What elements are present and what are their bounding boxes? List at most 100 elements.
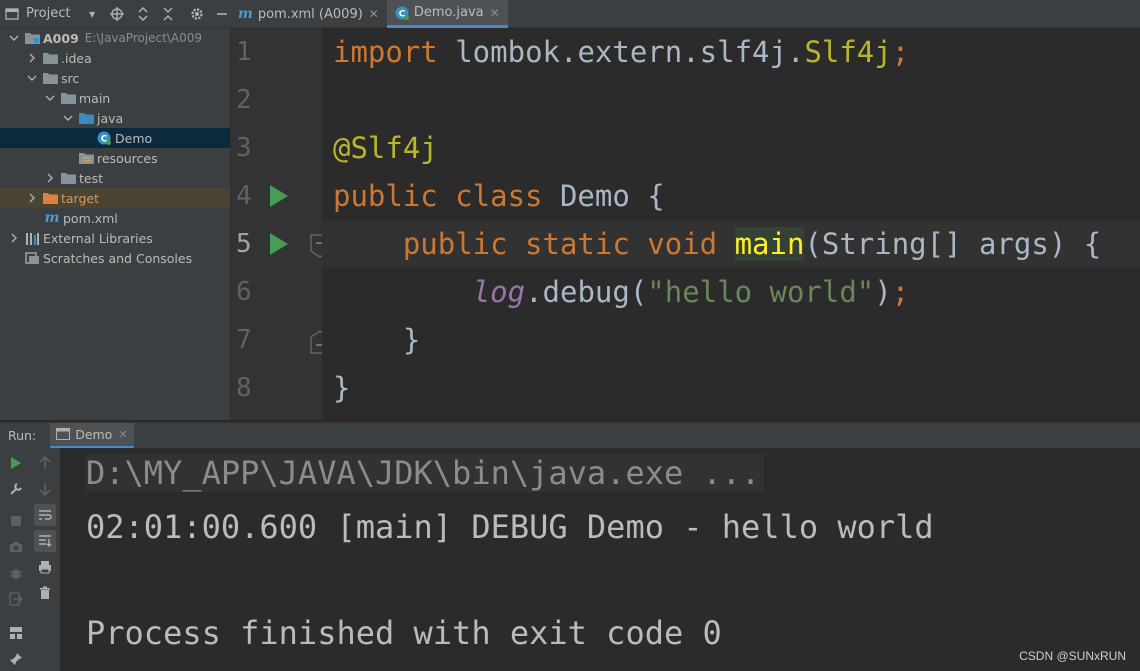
project-view-selector[interactable]: Project <box>26 6 70 21</box>
chevron-right-icon[interactable] <box>26 52 38 64</box>
tree-item-target[interactable]: target <box>0 188 230 208</box>
pin-icon[interactable] <box>5 648 27 670</box>
run-toolbar <box>0 448 60 671</box>
chevron-down-icon[interactable] <box>62 112 74 124</box>
exit-icon[interactable] <box>5 588 27 610</box>
tab-demo-java[interactable]: C Demo.java ✕ <box>386 0 508 28</box>
tree-item-external-libraries[interactable]: External Libraries <box>0 228 230 248</box>
excluded-folder-icon <box>42 191 58 205</box>
source-folder-icon <box>78 111 94 125</box>
folder-icon <box>42 51 58 65</box>
folder-icon <box>60 91 76 105</box>
project-tree: A009 E:\JavaProject\A009 .idea src main … <box>0 28 230 268</box>
tree-item-label: target <box>61 190 100 206</box>
project-header: Project ▾ <box>0 0 230 28</box>
tab-pom-xml[interactable]: m pom.xml (A009) ✕ <box>230 0 387 28</box>
chevron-right-icon[interactable] <box>26 192 38 204</box>
tree-item-test[interactable]: test <box>0 168 230 188</box>
console-line-exit: Process finished with exit code 0 <box>86 614 722 652</box>
tree-item-src[interactable]: src <box>0 68 230 88</box>
tree-item-label: resources <box>97 150 158 166</box>
rerun-icon[interactable] <box>5 452 27 474</box>
console-icon <box>56 428 71 440</box>
arrow-up-icon[interactable] <box>34 452 56 474</box>
close-icon[interactable]: ✕ <box>369 7 379 21</box>
code-line-8: } <box>333 371 351 405</box>
hide-icon[interactable] <box>215 6 230 22</box>
tree-item-label: Scratches and Consoles <box>43 250 193 266</box>
tree-item-resources[interactable]: resources <box>0 148 230 168</box>
stop-icon[interactable] <box>5 510 27 532</box>
tree-item-label: test <box>79 170 104 186</box>
tree-item-idea[interactable]: .idea <box>0 48 230 68</box>
editor-tab-bar: m pom.xml (A009) ✕ C Demo.java ✕ <box>230 0 1140 28</box>
tree-item-demo[interactable]: C Demo <box>0 128 230 148</box>
run-label: Run: <box>8 428 37 443</box>
line-number: 2 <box>236 85 252 115</box>
tree-item-main[interactable]: main <box>0 88 230 108</box>
wrench-icon[interactable] <box>5 478 27 500</box>
maven-icon: m <box>238 6 253 22</box>
chevron-right-icon[interactable] <box>8 232 20 244</box>
run-class-icon[interactable] <box>270 185 288 207</box>
code-line-7: } <box>333 323 421 357</box>
tree-item-label: main <box>79 90 111 106</box>
collapse-all-icon[interactable] <box>160 6 175 22</box>
tree-item-label: .idea <box>61 50 92 66</box>
arrow-down-icon[interactable] <box>34 478 56 500</box>
java-class-icon: C <box>96 131 112 145</box>
chevron-right-icon[interactable] <box>44 172 56 184</box>
tree-item-java[interactable]: java <box>0 108 230 128</box>
close-icon[interactable]: ✕ <box>490 6 500 20</box>
resources-folder-icon <box>78 151 94 165</box>
print-icon[interactable] <box>34 556 56 578</box>
code-line-3: @Slf4j <box>333 131 438 165</box>
tree-item-pom[interactable]: m pom.xml <box>0 208 230 228</box>
code-line-1: import lombok.extern.slf4j.Slf4j; <box>333 35 910 69</box>
trash-icon[interactable] <box>34 582 56 604</box>
line-number: 1 <box>236 37 252 67</box>
project-view-icon[interactable] <box>4 6 20 22</box>
tree-item-label: Demo <box>115 130 153 146</box>
scratches-icon <box>24 251 40 265</box>
console-line-command: D:\MY_APP\JAVA\JDK\bin\java.exe ... <box>86 454 765 492</box>
java-class-icon: C <box>395 6 409 20</box>
soft-wrap-icon[interactable] <box>34 504 56 526</box>
chevron-down-icon[interactable] <box>8 32 20 44</box>
line-number: 6 <box>236 277 252 307</box>
camera-icon[interactable] <box>5 536 27 558</box>
chevron-down-icon[interactable] <box>26 72 38 84</box>
gear-icon[interactable] <box>189 6 204 22</box>
line-number: 7 <box>236 325 252 355</box>
tree-item-label: src <box>61 70 80 86</box>
tree-item-label: java <box>97 110 124 126</box>
console-line-output: 02:01:00.600 [main] DEBUG Demo - hello w… <box>86 508 934 546</box>
run-tab-demo[interactable]: Demo ✕ <box>50 422 134 449</box>
run-tab-label: Demo <box>75 426 113 442</box>
expand-all-icon[interactable] <box>135 6 150 22</box>
chevron-down-icon[interactable] <box>44 92 56 104</box>
scroll-to-end-icon[interactable] <box>34 530 56 552</box>
layout-icon[interactable] <box>5 622 27 644</box>
code-editor[interactable]: import lombok.extern.slf4j.Slf4j; @Slf4j… <box>322 28 1140 420</box>
line-number: 3 <box>236 133 252 163</box>
run-console[interactable]: D:\MY_APP\JAVA\JDK\bin\java.exe ... 02:0… <box>60 448 1140 671</box>
line-number: 5 <box>236 229 252 259</box>
tree-item-a009[interactable]: A009 E:\JavaProject\A009 <box>0 28 230 48</box>
libraries-icon <box>24 231 40 245</box>
tree-item-scratches[interactable]: Scratches and Consoles <box>0 248 230 268</box>
folder-icon <box>42 71 58 85</box>
folder-icon <box>60 171 76 185</box>
tab-label: pom.xml (A009) <box>257 6 363 22</box>
close-icon[interactable]: ✕ <box>118 428 127 441</box>
watermark: CSDN @SUNxRUN <box>1019 649 1126 663</box>
code-line-6: log.debug("hello world"); <box>472 275 910 309</box>
run-tool-window-header: Run: Demo ✕ <box>0 422 1140 449</box>
run-main-icon[interactable] <box>270 233 288 255</box>
chevron-down-icon[interactable]: ▾ <box>84 6 99 22</box>
debug-bug-icon[interactable] <box>5 562 27 584</box>
locate-icon[interactable] <box>110 6 125 22</box>
code-line-5: public static void main(String[] args) { <box>322 220 1140 268</box>
line-number: 4 <box>236 181 252 211</box>
